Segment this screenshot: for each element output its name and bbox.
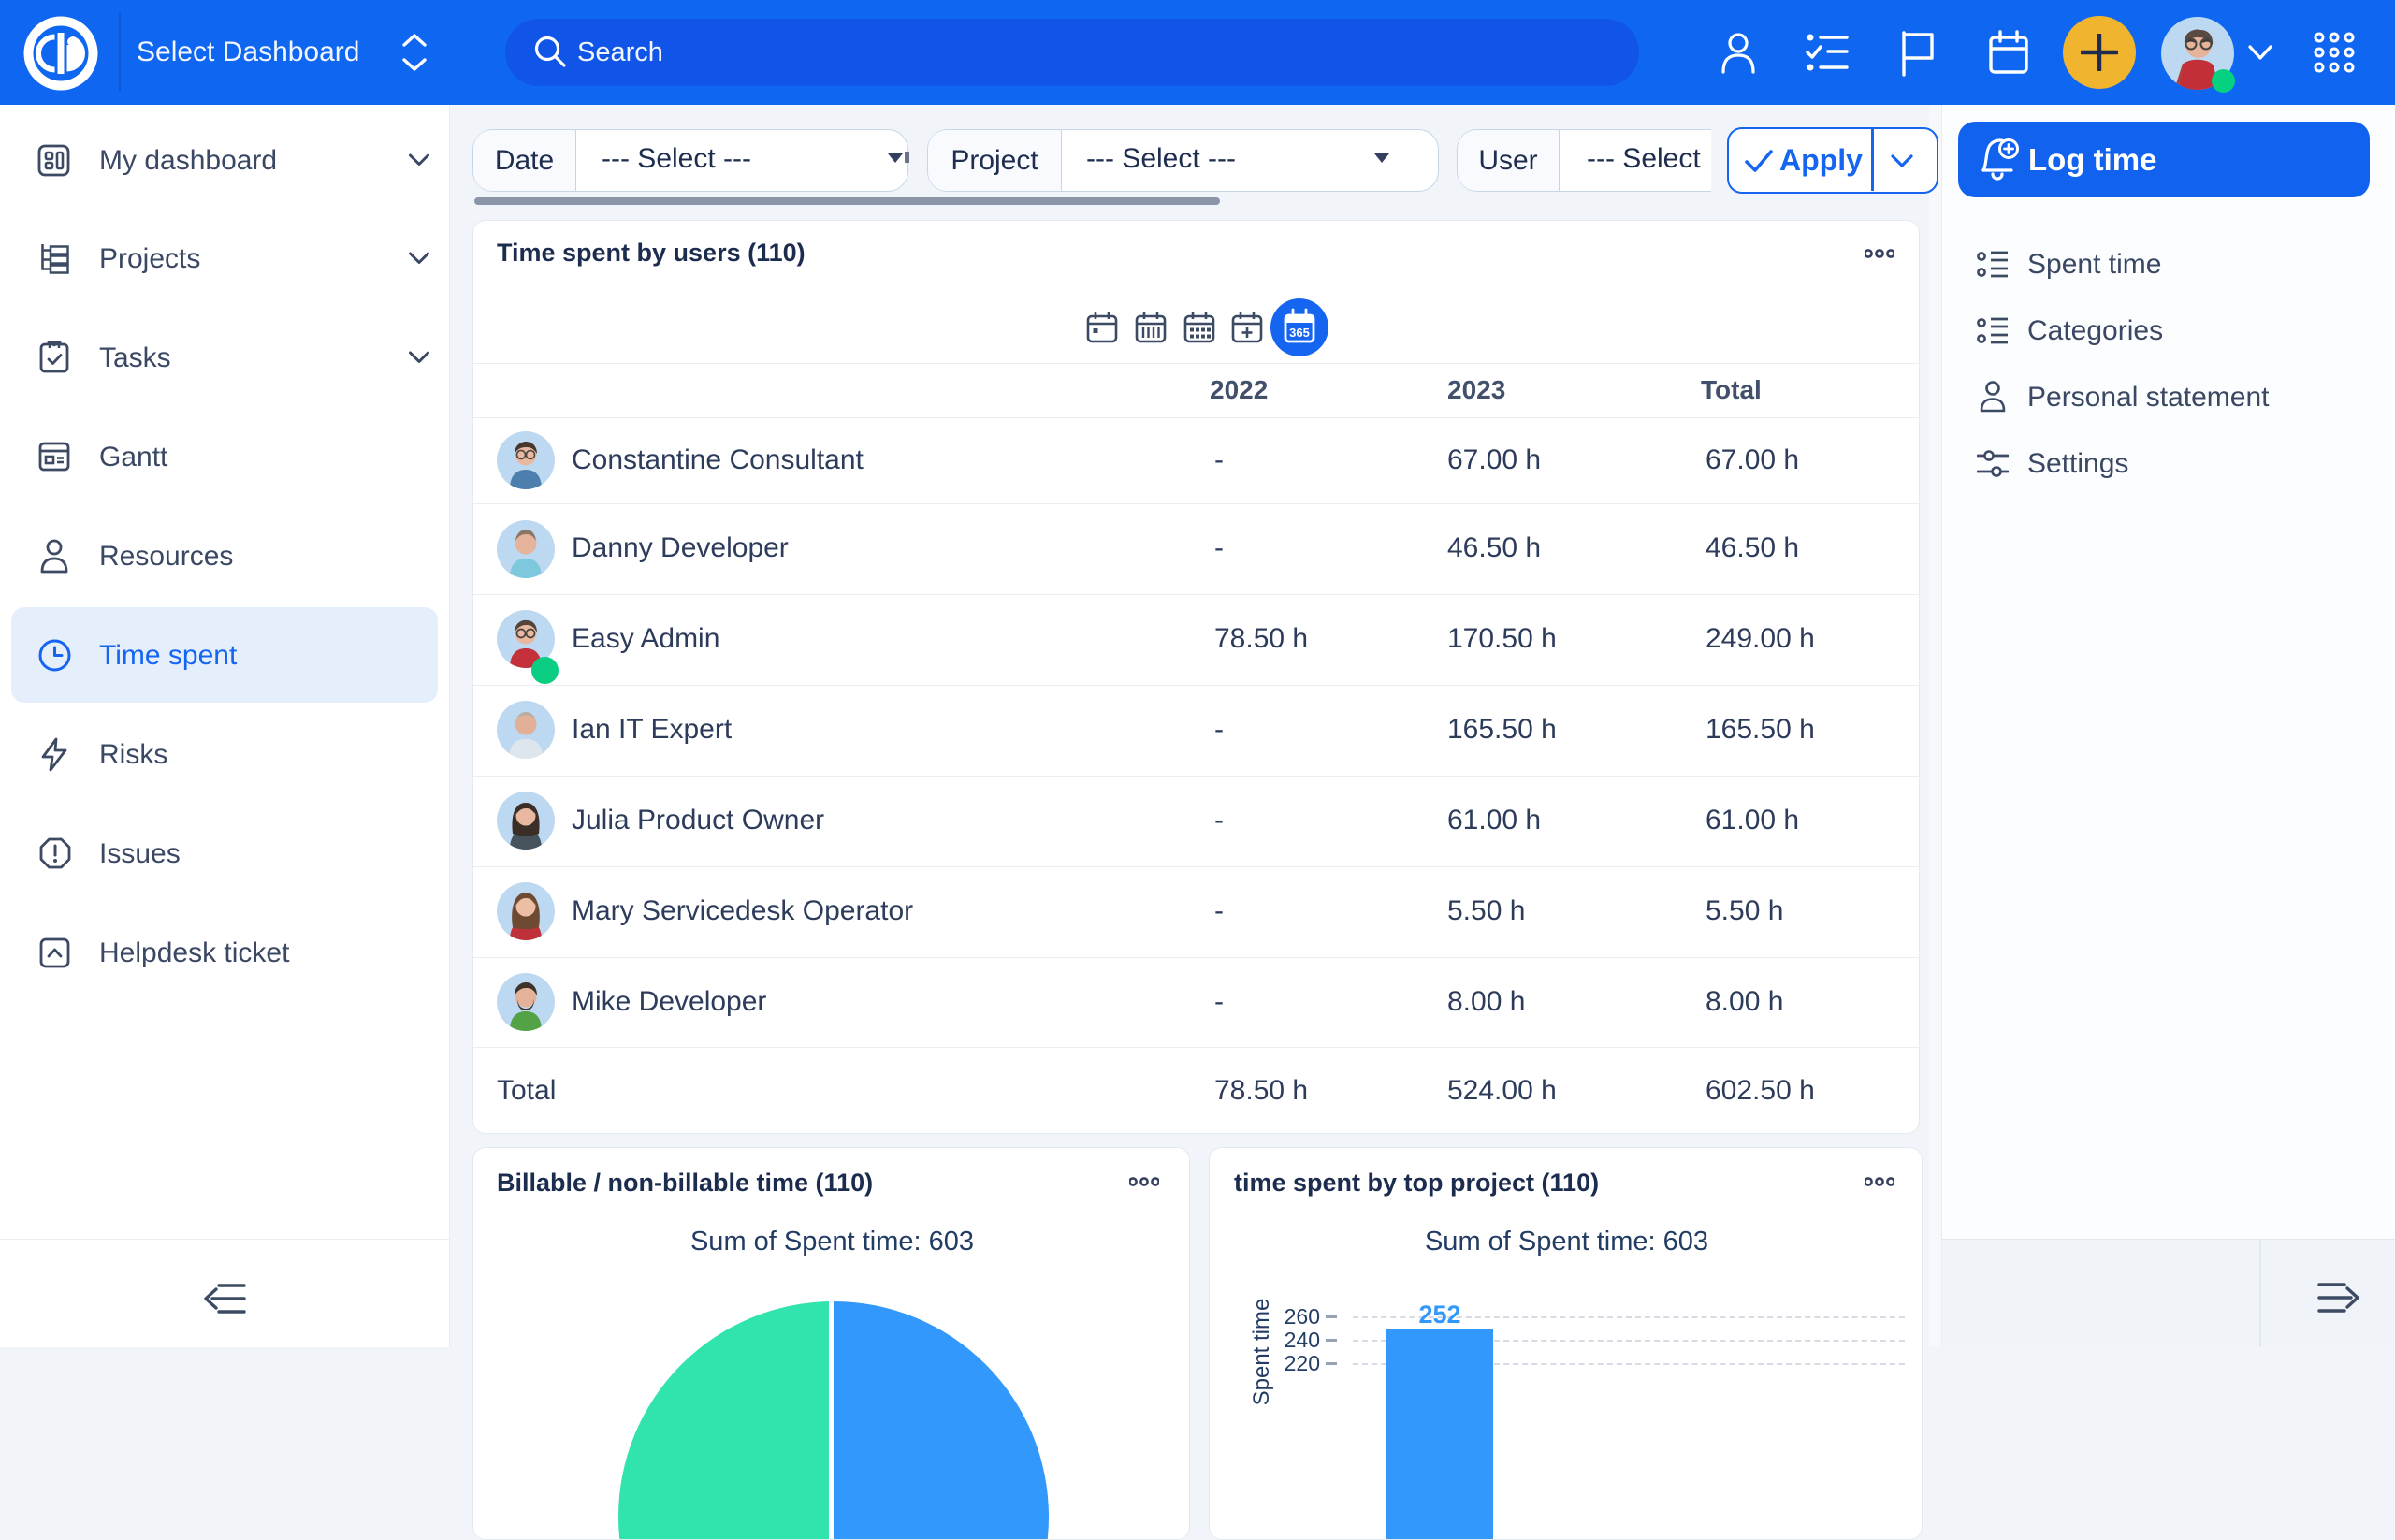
svg-text:365: 365 bbox=[1289, 326, 1310, 340]
